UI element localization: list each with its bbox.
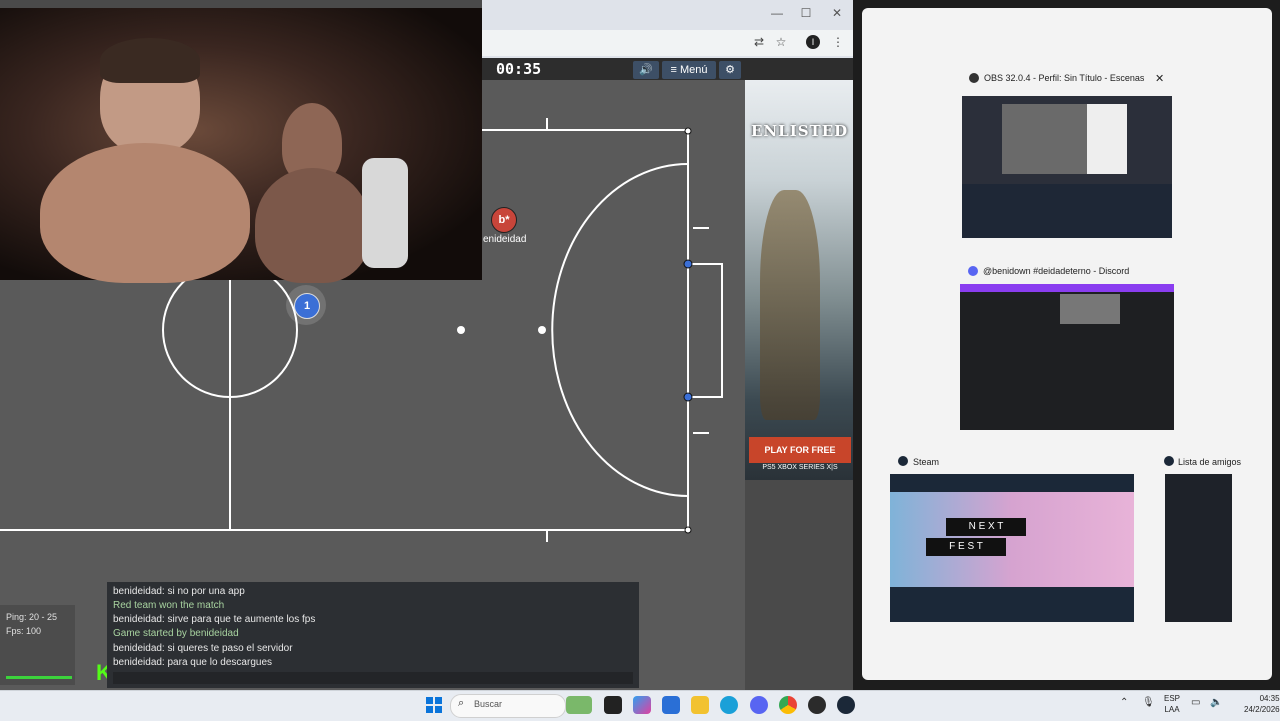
discord-window-card[interactable]: @benidown #deidadeterno - Discord bbox=[960, 262, 1174, 432]
windows-start-icon[interactable] bbox=[426, 697, 442, 713]
lang-line1: ESP bbox=[1164, 694, 1181, 703]
friends-thumbnail bbox=[1165, 474, 1232, 622]
chevron-up-icon[interactable]: ⌃ bbox=[1120, 697, 1128, 708]
network-icon[interactable]: ▭ bbox=[1191, 697, 1200, 708]
chat-line: benideidad: si no por una app bbox=[113, 586, 245, 597]
epic-games-icon[interactable] bbox=[604, 696, 622, 714]
menu-button[interactable]: ≡ Menú bbox=[662, 61, 716, 79]
obs-docks bbox=[962, 184, 1172, 238]
obs-preview-switcher bbox=[1087, 104, 1127, 174]
microphone-icon[interactable]: 🎙 bbox=[1142, 697, 1155, 708]
next-fest-line1: N E X T bbox=[946, 518, 1026, 536]
chat-line: benideidad: para que lo descargues bbox=[113, 657, 273, 668]
chat-line: Game started by benideidad bbox=[113, 628, 239, 639]
thermos bbox=[362, 158, 408, 268]
obs-window-card[interactable]: OBS 32.0.4 - Perfil: Sin Título - Escena… bbox=[962, 68, 1172, 240]
lang-line2: LAA bbox=[1164, 705, 1180, 714]
next-fest-line2: F E S T bbox=[926, 538, 1006, 556]
steam-window-card[interactable]: Steam N E X T F E S T bbox=[890, 452, 1134, 622]
widgets-icon[interactable] bbox=[566, 696, 592, 714]
chat-line: benideidad: sirve para que te aumente lo… bbox=[113, 614, 316, 625]
search-icon: ⌕ bbox=[458, 697, 465, 709]
obs-icon bbox=[969, 73, 979, 83]
clock-time: 04:35 bbox=[1259, 694, 1280, 703]
hair-left bbox=[100, 38, 200, 83]
obs-taskbar-icon[interactable] bbox=[808, 696, 826, 714]
maximize-button[interactable]: ☐ bbox=[798, 6, 814, 20]
discord-taskbar-icon[interactable] bbox=[750, 696, 768, 714]
obs-thumbnail bbox=[962, 96, 1172, 238]
ad-soldier-image bbox=[760, 190, 820, 420]
discord-header-bar bbox=[960, 284, 1174, 292]
chat-line: benideidad: si queres te paso el servido… bbox=[113, 643, 293, 654]
sound-button[interactable]: 🔊 bbox=[633, 61, 659, 79]
search-placeholder: Buscar bbox=[474, 699, 503, 709]
edge-icon[interactable] bbox=[720, 696, 738, 714]
steam-taskbar-icon[interactable] bbox=[837, 696, 855, 714]
discord-card-title: @benidown #deidadeterno - Discord bbox=[983, 266, 1130, 276]
ping-text: Ping: 20 - 25 bbox=[6, 612, 58, 622]
webcam-overlay bbox=[0, 8, 482, 283]
friends-list-window-card[interactable]: Lista de amigos bbox=[1158, 452, 1242, 622]
person-body-left bbox=[40, 143, 250, 283]
steam-icon bbox=[1164, 456, 1174, 466]
minimize-button[interactable]: — bbox=[769, 6, 785, 20]
fps-text: Fps: 100 bbox=[6, 626, 42, 636]
volume-icon[interactable]: 🔈 bbox=[1210, 697, 1222, 708]
person-body-right bbox=[255, 168, 370, 283]
steam-card-title: Steam bbox=[913, 457, 940, 467]
chrome-icon[interactable] bbox=[779, 696, 797, 714]
friends-card-title: Lista de amigos bbox=[1178, 457, 1242, 467]
clock-date: 24/2/2026 bbox=[1244, 705, 1280, 714]
play-for-free-button[interactable]: PLAY FOR FREE bbox=[749, 437, 851, 463]
obs-card-title: OBS 32.0.4 - Perfil: Sin Título - Escena… bbox=[984, 73, 1144, 83]
browser-window: — ☐ ✕ ⇄ ☆ I ⋮ 00:35 🔊 ≡ Menú ⚙ b* enidei… bbox=[0, 0, 853, 690]
discord-stream-preview bbox=[1060, 294, 1120, 324]
copilot-icon[interactable] bbox=[633, 696, 651, 714]
settings-button[interactable]: ⚙ bbox=[719, 61, 741, 79]
chat-input[interactable] bbox=[113, 672, 633, 684]
ad-logo: ENLISTED bbox=[751, 122, 849, 140]
red-player-name: enideidad bbox=[483, 234, 527, 245]
discord-icon bbox=[968, 266, 978, 276]
match-timer: 00:35 bbox=[496, 60, 542, 78]
close-card-button[interactable]: ✕ bbox=[1155, 72, 1164, 85]
taskbar-search[interactable] bbox=[450, 694, 566, 718]
language-indicator[interactable]: ESP LAA bbox=[1164, 693, 1180, 715]
fps-bar bbox=[6, 676, 72, 679]
address-bar[interactable] bbox=[482, 30, 853, 56]
blue-player: 1 bbox=[294, 293, 320, 319]
star-icon[interactable]: ☆ bbox=[773, 35, 789, 49]
translate-icon[interactable]: ⇄ bbox=[751, 35, 767, 49]
close-button[interactable]: ✕ bbox=[829, 6, 845, 20]
chat-line: Red team won the match bbox=[113, 600, 225, 611]
file-explorer-icon[interactable] bbox=[691, 696, 709, 714]
steam-thumbnail: N E X T F E S T bbox=[890, 474, 1134, 622]
red-player: b* bbox=[491, 207, 517, 233]
discord-thumbnail bbox=[960, 284, 1174, 430]
steam-icon bbox=[898, 456, 908, 466]
taskbar-clock[interactable]: 04:35 24/2/2026 bbox=[1244, 693, 1280, 715]
ping-stats: Ping: 20 - 25 Fps: 100 bbox=[6, 610, 57, 638]
browser-menu-icon[interactable]: ⋮ bbox=[830, 35, 846, 49]
profile-avatar[interactable]: I bbox=[806, 35, 820, 49]
ad-platforms: PS5 XBOX SERIES X|S bbox=[762, 464, 838, 471]
store-icon[interactable] bbox=[662, 696, 680, 714]
